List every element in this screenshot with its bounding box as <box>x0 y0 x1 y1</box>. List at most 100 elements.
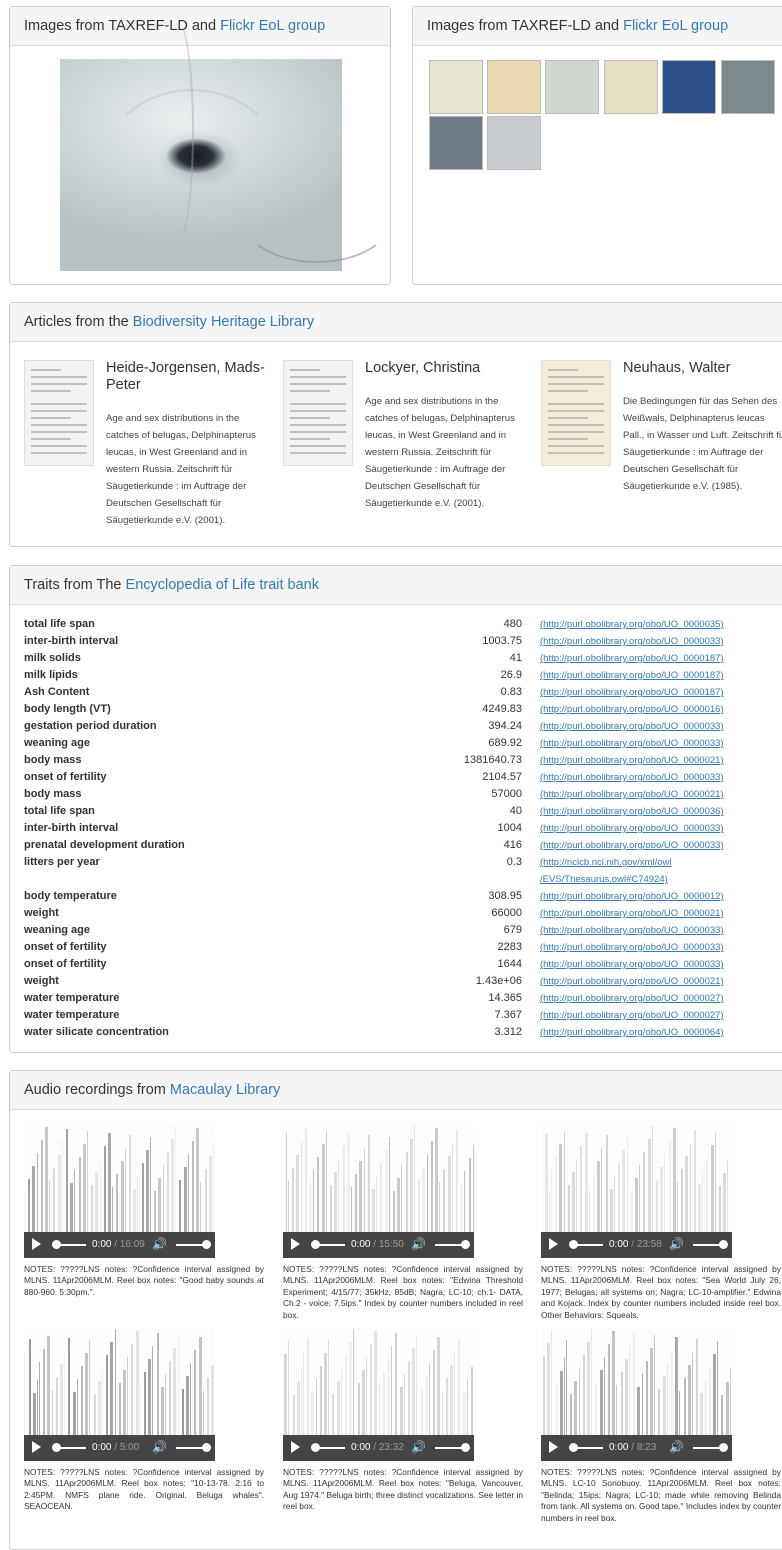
spectrogram-stroke <box>104 1146 106 1232</box>
article-author[interactable]: Lockyer, Christina <box>365 360 525 377</box>
play-icon[interactable] <box>549 1238 558 1250</box>
trait-name: body mass <box>24 752 81 769</box>
trait-value: 308.95 <box>488 888 522 905</box>
spectrogram-stroke <box>142 1163 144 1232</box>
trait-unit-link[interactable]: (http://purl.obolibrary.org/obo/UO_00000… <box>540 701 724 718</box>
text-line <box>31 438 71 440</box>
volume-icon[interactable]: 🔊 <box>669 1440 684 1454</box>
volume-handle[interactable] <box>719 1443 728 1452</box>
image-thumbnail[interactable] <box>604 60 658 114</box>
eol-trait-bank-link[interactable]: Encyclopedia of Life trait bank <box>126 577 319 593</box>
trait-unit-link[interactable]: (http://purl.obolibrary.org/obo/UO_00000… <box>540 820 724 837</box>
volume-icon[interactable]: 🔊 <box>411 1237 426 1251</box>
flickr-eol-link[interactable]: Flickr EoL group <box>623 18 728 34</box>
spectrogram-stroke <box>24 1192 25 1232</box>
trait-unit-link[interactable]: (http://purl.obolibrary.org/obo/UO_00001… <box>540 667 724 684</box>
volume-handle[interactable] <box>202 1240 211 1249</box>
spectrogram-stroke <box>643 1152 645 1232</box>
image-thumbnail[interactable] <box>429 60 483 114</box>
volume-handle[interactable] <box>461 1443 470 1452</box>
carousel-next-icon[interactable]: › <box>358 140 365 166</box>
play-icon[interactable] <box>291 1441 300 1453</box>
volume-handle[interactable] <box>719 1240 728 1249</box>
macaulay-library-link[interactable]: Macaulay Library <box>170 1082 280 1098</box>
trait-unit-link[interactable]: (http://ncicb.nci.nih.gov/xml/owl <box>540 854 671 871</box>
spectrogram-stroke <box>116 1174 118 1232</box>
spectrogram-stroke <box>717 1341 718 1435</box>
article-thumbnail[interactable] <box>541 360 611 466</box>
volume-handle[interactable] <box>461 1240 470 1249</box>
trait-unit-link[interactable]: (http://purl.obolibrary.org/obo/UO_00000… <box>540 956 724 973</box>
progress-handle[interactable] <box>569 1240 578 1249</box>
volume-icon[interactable]: 🔊 <box>669 1237 684 1251</box>
progress-handle[interactable] <box>311 1240 320 1249</box>
spectrogram-stroke <box>351 1187 352 1232</box>
trait-unit-link[interactable]: (http://purl.obolibrary.org/obo/UO_00000… <box>540 735 724 752</box>
trait-unit-link[interactable]: /EVS/Thesaurus.owl#C74924) <box>540 871 668 888</box>
trait-name: weight <box>24 973 59 990</box>
trait-unit-link[interactable]: (http://purl.obolibrary.org/obo/UO_00000… <box>540 939 724 956</box>
play-icon[interactable] <box>32 1238 41 1250</box>
volume-icon[interactable]: 🔊 <box>152 1440 167 1454</box>
trait-unit-link[interactable]: (http://purl.obolibrary.org/obo/UO_00000… <box>540 888 724 905</box>
trait-unit-link[interactable]: (http://purl.obolibrary.org/obo/UO_00000… <box>540 633 724 650</box>
play-icon[interactable] <box>549 1441 558 1453</box>
trait-unit-link[interactable]: (http://purl.obolibrary.org/obo/UO_00000… <box>540 616 724 633</box>
image-thumbnail[interactable] <box>487 60 541 114</box>
spectrogram-stroke <box>338 1159 339 1232</box>
trait-value: 41 <box>510 650 522 667</box>
progress-handle[interactable] <box>52 1443 61 1452</box>
trait-unit-link[interactable]: (http://purl.obolibrary.org/obo/UO_00000… <box>540 973 724 990</box>
trait-unit-link[interactable]: (http://purl.obolibrary.org/obo/UO_00000… <box>540 922 724 939</box>
spectrogram-stroke <box>309 1183 312 1232</box>
trait-unit-link[interactable]: (http://purl.obolibrary.org/obo/UO_00000… <box>540 803 724 820</box>
image-thumbnail[interactable] <box>487 116 541 170</box>
progress-handle[interactable] <box>569 1443 578 1452</box>
bhl-link[interactable]: Biodiversity Heritage Library <box>133 314 314 330</box>
spectrogram-stroke <box>629 1346 630 1435</box>
trait-value: 7.367 <box>494 1007 522 1024</box>
trait-name: litters per year <box>24 854 100 871</box>
trait-value: 0.3 <box>507 854 522 871</box>
play-icon[interactable] <box>291 1238 300 1250</box>
trait-unit-link[interactable]: (http://purl.obolibrary.org/obo/UO_00000… <box>540 905 724 922</box>
duration: 16:09 <box>120 1239 145 1250</box>
trait-unit-link[interactable]: (http://purl.obolibrary.org/obo/UO_00000… <box>540 769 724 786</box>
volume-handle[interactable] <box>202 1443 211 1452</box>
spectrogram-stroke <box>56 1377 58 1435</box>
flickr-eol-link[interactable]: Flickr EoL group <box>220 18 325 34</box>
trait-unit-link[interactable]: (http://purl.obolibrary.org/obo/UO_00001… <box>540 684 724 701</box>
trait-unit-link[interactable]: (http://purl.obolibrary.org/obo/UO_00000… <box>540 1024 724 1041</box>
trait-unit-link[interactable]: (http://purl.obolibrary.org/obo/UO_00000… <box>540 837 724 854</box>
spectrogram-stroke <box>389 1137 390 1232</box>
article-thumbnail[interactable] <box>24 360 94 466</box>
progress-handle[interactable] <box>311 1443 320 1452</box>
carousel-prev-icon[interactable]: ‹ <box>36 140 43 166</box>
trait-unit-link[interactable]: (http://purl.obolibrary.org/obo/UO_00000… <box>540 990 724 1007</box>
spectrogram-stroke <box>179 1180 181 1232</box>
spectrogram-stroke <box>301 1142 302 1232</box>
trait-value: 1004 <box>498 820 522 837</box>
image-thumbnail[interactable] <box>721 60 775 114</box>
current-time: 0:00 <box>609 1239 628 1250</box>
image-thumbnail[interactable] <box>545 60 599 114</box>
article-author[interactable]: Neuhaus, Walter <box>623 360 782 377</box>
spectrogram-stroke <box>397 1178 400 1232</box>
spectrogram-stroke <box>408 1361 410 1435</box>
article-author[interactable]: Heide-Jorgensen, Mads-Peter <box>106 360 266 394</box>
image-thumbnail[interactable] <box>429 116 483 170</box>
image-thumbnail[interactable] <box>662 60 716 114</box>
spectrogram-stroke <box>572 1172 575 1232</box>
trait-unit-link[interactable]: (http://purl.obolibrary.org/obo/UO_00000… <box>540 786 724 803</box>
trait-unit-link[interactable]: (http://purl.obolibrary.org/obo/UO_00000… <box>540 752 724 769</box>
beluga-eye-image[interactable] <box>60 59 342 271</box>
trait-unit-link[interactable]: (http://purl.obolibrary.org/obo/UO_00000… <box>540 1007 724 1024</box>
volume-icon[interactable]: 🔊 <box>152 1237 167 1251</box>
article-thumbnail[interactable] <box>283 360 353 466</box>
trait-unit-link[interactable]: (http://purl.obolibrary.org/obo/UO_00001… <box>540 650 724 667</box>
progress-handle[interactable] <box>52 1240 61 1249</box>
volume-icon[interactable]: 🔊 <box>411 1440 426 1454</box>
text-line <box>548 431 604 433</box>
play-icon[interactable] <box>32 1441 41 1453</box>
trait-unit-link[interactable]: (http://purl.obolibrary.org/obo/UO_00000… <box>540 718 724 735</box>
